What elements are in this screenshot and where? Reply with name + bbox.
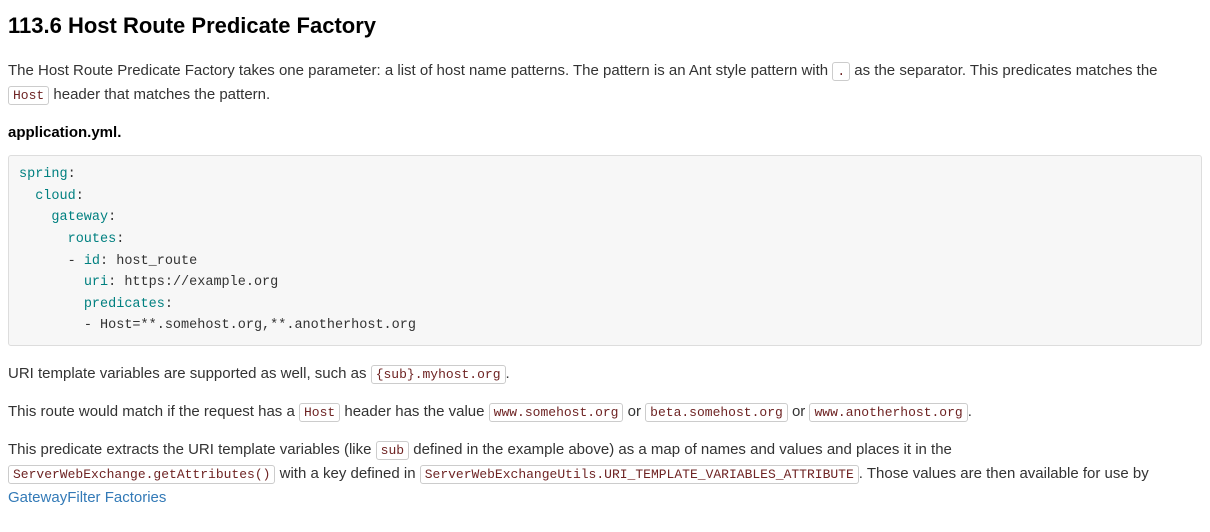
host-code: Host bbox=[8, 86, 49, 105]
intro-text-1: The Host Route Predicate Factory takes o… bbox=[8, 62, 832, 79]
intro-paragraph: The Host Route Predicate Factory takes o… bbox=[8, 59, 1202, 107]
sub-code: sub bbox=[376, 441, 409, 460]
yaml-key: cloud bbox=[35, 189, 76, 204]
extract-paragraph: This predicate extracts the URI template… bbox=[8, 438, 1202, 510]
section-heading: 113.6 Host Route Predicate Factory bbox=[8, 8, 1202, 43]
key-code: ServerWebExchangeUtils.URI_TEMPLATE_VARI… bbox=[420, 465, 859, 484]
yaml-key: id bbox=[84, 254, 100, 269]
yaml-key: uri bbox=[84, 275, 108, 290]
yaml-key: gateway bbox=[51, 210, 108, 225]
yaml-value: host_route bbox=[108, 254, 197, 269]
extract-text-2: defined in the example above) as a map o… bbox=[409, 441, 952, 458]
yaml-key: predicates bbox=[84, 297, 165, 312]
filename-label: application.yml. bbox=[8, 121, 1202, 145]
yaml-code-block: spring: cloud: gateway: routes: - id: ho… bbox=[8, 155, 1202, 346]
extract-text-3: with a key defined in bbox=[275, 465, 419, 482]
route-match-paragraph: This route would match if the request ha… bbox=[8, 400, 1202, 424]
attr-code: ServerWebExchange.getAttributes() bbox=[8, 465, 275, 484]
extract-text-4: . Those values are then available for us… bbox=[859, 465, 1149, 482]
route-match-end: . bbox=[968, 403, 972, 420]
host-value-3: www.anotherhost.org bbox=[809, 403, 967, 422]
yaml-key: spring bbox=[19, 167, 68, 182]
uri-tmpl-code: {sub}.myhost.org bbox=[371, 365, 506, 384]
dot-code: . bbox=[832, 62, 850, 81]
host-value-1: www.somehost.org bbox=[489, 403, 624, 422]
gateway-filter-link[interactable]: GatewayFilter Factories bbox=[8, 489, 166, 506]
yaml-value: https://example.org bbox=[116, 275, 278, 290]
uri-tmpl-text-1: URI template variables are supported as … bbox=[8, 365, 371, 382]
intro-text-3: header that matches the pattern. bbox=[49, 86, 270, 103]
uri-tmpl-text-2: . bbox=[506, 365, 510, 382]
or-text-1: or bbox=[623, 403, 645, 420]
host-code-2: Host bbox=[299, 403, 340, 422]
yaml-key: routes bbox=[68, 232, 117, 247]
route-match-text-1: This route would match if the request ha… bbox=[8, 403, 299, 420]
or-text-2: or bbox=[788, 403, 810, 420]
host-value-2: beta.somehost.org bbox=[645, 403, 788, 422]
uri-template-paragraph: URI template variables are supported as … bbox=[8, 362, 1202, 386]
intro-text-2: as the separator. This predicates matche… bbox=[850, 62, 1157, 79]
extract-text-1: This predicate extracts the URI template… bbox=[8, 441, 376, 458]
route-match-text-2: header has the value bbox=[340, 403, 488, 420]
yaml-value: - Host=**.somehost.org,**.anotherhost.or… bbox=[84, 318, 416, 333]
